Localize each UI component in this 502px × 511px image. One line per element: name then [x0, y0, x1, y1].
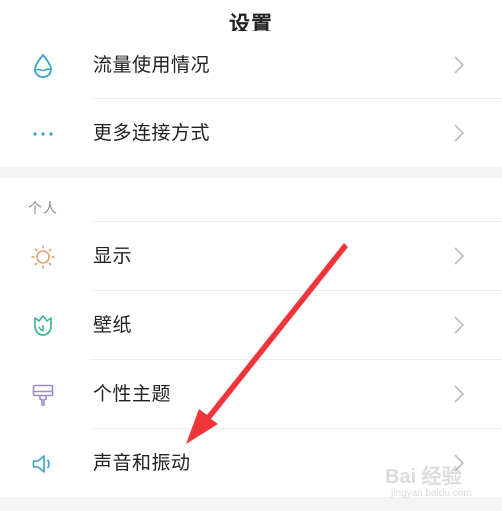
- chevron-right-icon: [454, 385, 465, 403]
- settings-item-label: 显示: [93, 245, 133, 267]
- settings-page: 设置 流量使用情况 更多连接方式 个人 显示 壁纸 个性主题 声音和振动 Bai…: [0, 0, 502, 511]
- chevron-right-icon: [454, 316, 465, 334]
- settings-item-label: 声音和振动: [93, 452, 191, 474]
- chevron-right-icon: [454, 124, 465, 142]
- settings-item-more-connections[interactable]: 更多连接方式: [0, 99, 502, 167]
- water-drop-icon: [34, 53, 52, 78]
- settings-item-data-usage[interactable]: 流量使用情况: [0, 31, 502, 99]
- chevron-right-icon: [454, 56, 465, 74]
- more-dots-icon: [33, 132, 53, 136]
- settings-item-wallpaper[interactable]: 壁纸: [0, 291, 502, 359]
- settings-item-display[interactable]: 显示: [0, 222, 502, 290]
- settings-item-themes[interactable]: 个性主题: [0, 360, 502, 428]
- settings-item-label: 更多连接方式: [93, 122, 211, 144]
- speaker-icon: [32, 455, 50, 473]
- settings-item-label: 流量使用情况: [93, 54, 211, 76]
- settings-item-label: 壁纸: [93, 314, 133, 336]
- tulip-icon: [34, 315, 52, 336]
- sun-icon: [31, 245, 55, 269]
- settings-item-label: 个性主题: [93, 383, 172, 405]
- section-gap: [0, 167, 502, 178]
- watermark: Bai 经验 jingyan.baidu.com: [385, 458, 495, 504]
- watermark-text: Bai 经验: [385, 466, 462, 488]
- paint-brush-icon: [32, 384, 54, 406]
- section-label: 个人: [28, 201, 58, 217]
- watermark-subtext: jingyan.baidu.com: [391, 488, 472, 499]
- chevron-right-icon: [454, 247, 465, 265]
